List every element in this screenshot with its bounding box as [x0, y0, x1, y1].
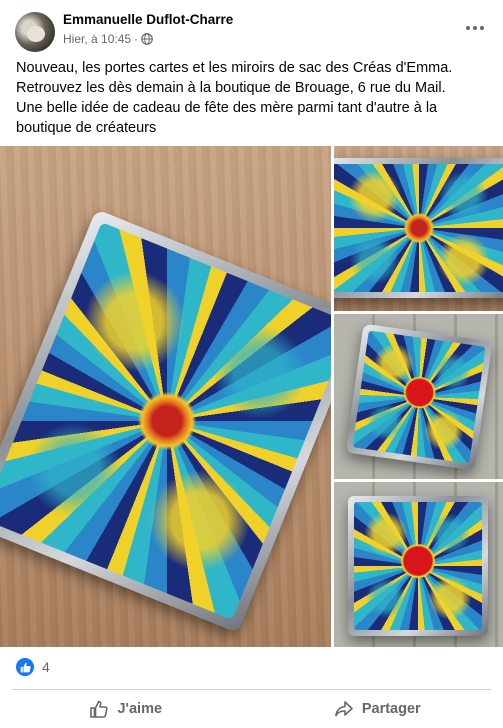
- tiedye-mirror: [352, 330, 486, 464]
- reactions-summary[interactable]: 4: [16, 656, 50, 678]
- like-button[interactable]: J'aime: [0, 692, 252, 726]
- post-timestamp[interactable]: Hier, à 10:45: [63, 32, 131, 46]
- bag-mirror: [345, 323, 493, 471]
- post-photo-2[interactable]: [334, 146, 503, 311]
- author-name[interactable]: Emmanuelle Duflot-Charre: [63, 12, 233, 27]
- thumbs-up-glyph: [20, 662, 31, 672]
- reaction-count[interactable]: 4: [42, 659, 50, 675]
- like-badge-icon: [16, 658, 34, 676]
- share-icon: [335, 701, 353, 717]
- tiedye-mirror: [354, 502, 482, 630]
- globe-icon: [141, 33, 153, 45]
- post-text-line: Retrouvez les dès demain à la boutique d…: [16, 80, 446, 96]
- thumbs-up-icon: [90, 700, 109, 718]
- tiedye-pattern: [334, 164, 503, 292]
- avatar[interactable]: [15, 12, 55, 52]
- share-button[interactable]: Partager: [252, 692, 503, 726]
- more-icon-dot: [480, 26, 484, 30]
- avatar-photo: [27, 26, 45, 42]
- post-text: Nouveau, les portes cartes et les miroir…: [16, 58, 496, 138]
- post-meta: Hier, à 10:45 ·: [63, 32, 153, 46]
- post-photo-main[interactable]: [0, 146, 331, 647]
- bag-mirror-top: [348, 496, 488, 636]
- like-label: J'aime: [117, 701, 163, 717]
- post-photo-4[interactable]: [334, 482, 503, 647]
- actions-divider: [12, 689, 491, 690]
- facebook-post: Emmanuelle Duflot-Charre Hier, à 10:45 ·…: [0, 0, 503, 728]
- share-label: Partager: [361, 701, 421, 717]
- post-photo-3[interactable]: [334, 314, 503, 479]
- card-case-closeup: [334, 158, 503, 298]
- more-icon: [466, 26, 470, 30]
- meta-separator: ·: [134, 32, 139, 46]
- post-text-line: Une belle idée de cadeau de fête des mèr…: [16, 100, 438, 136]
- post-actions: J'aime Partager: [0, 692, 503, 726]
- more-options-button[interactable]: [463, 18, 487, 38]
- post-text-line: Nouveau, les portes cartes et les miroir…: [16, 60, 453, 76]
- more-icon-dot: [473, 26, 477, 30]
- heart-motif: [399, 374, 440, 410]
- heart-motif: [398, 544, 438, 578]
